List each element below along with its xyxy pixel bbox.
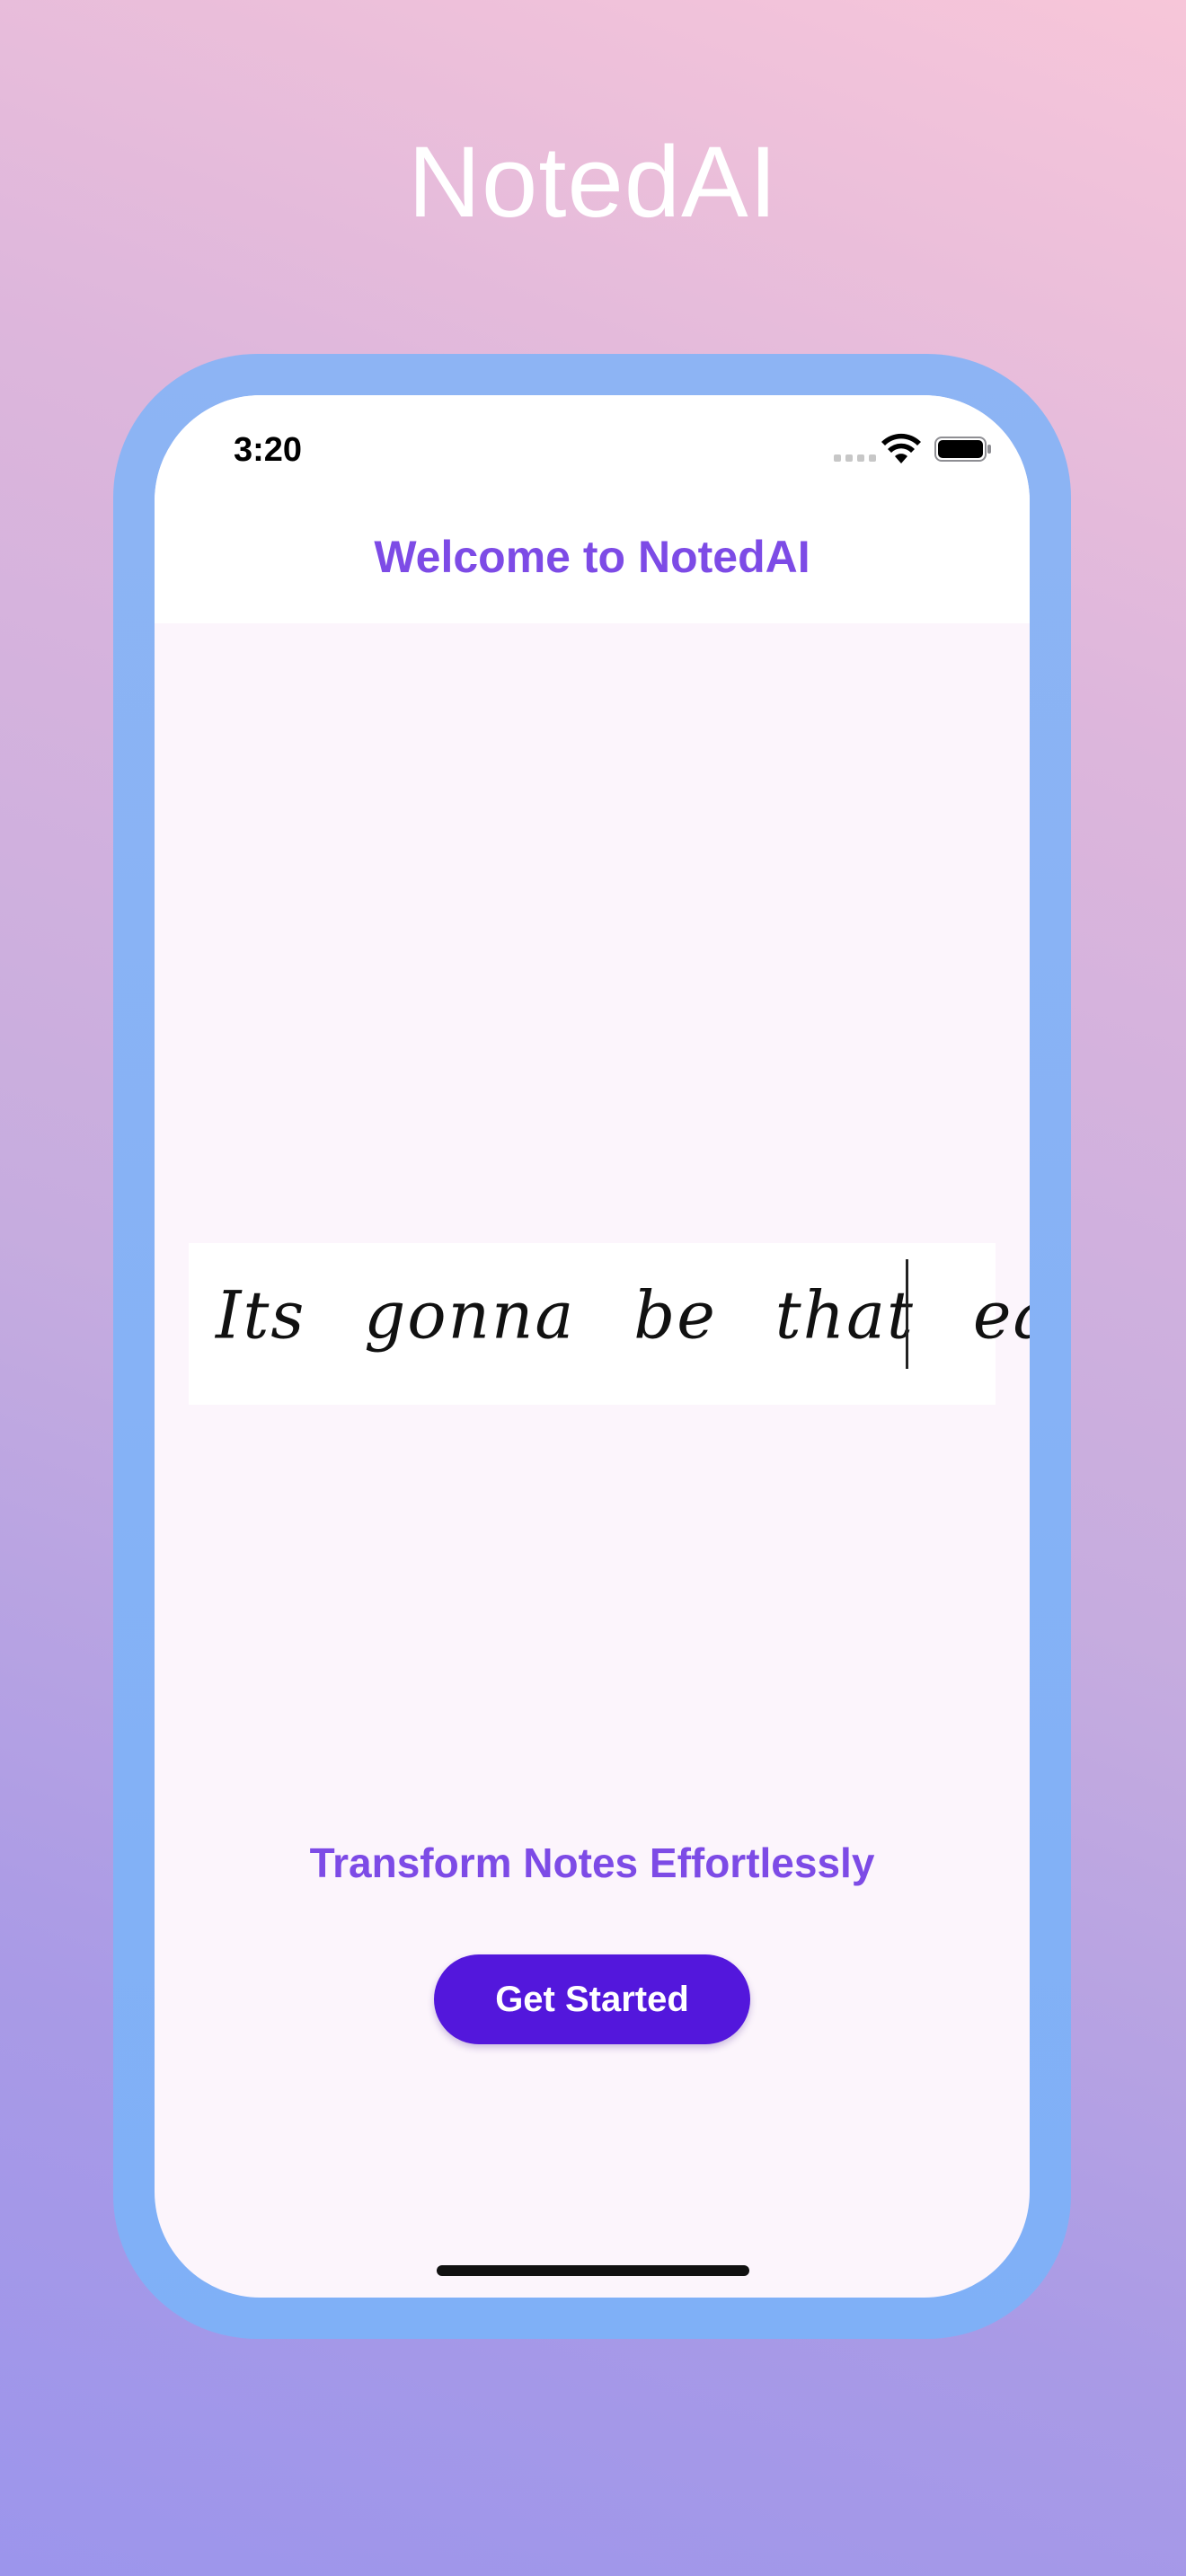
text-cursor	[906, 1259, 908, 1369]
handwriting-card: Its gonna be that easy	[189, 1243, 1030, 1405]
app-title: NotedAI	[408, 126, 778, 238]
phone-frame: 3:20 Welcome to NotedAI Its gonna be tha…	[113, 354, 1071, 2339]
wifi-icon	[881, 433, 921, 463]
battery-icon	[934, 437, 991, 462]
status-bar: 3:20	[155, 395, 1030, 503]
nav-title: Welcome to NotedAI	[374, 532, 810, 582]
nav-bar: Welcome to NotedAI	[155, 503, 1030, 623]
signal-icon	[834, 454, 876, 462]
home-indicator[interactable]	[437, 2265, 749, 2276]
status-time: 3:20	[234, 431, 303, 469]
tagline: Transform Notes Effortlessly	[309, 1839, 875, 1886]
phone-screen: 3:20 Welcome to NotedAI Its gonna be tha…	[155, 395, 1030, 2298]
get-started-button[interactable]: Get Started	[434, 1954, 750, 2044]
